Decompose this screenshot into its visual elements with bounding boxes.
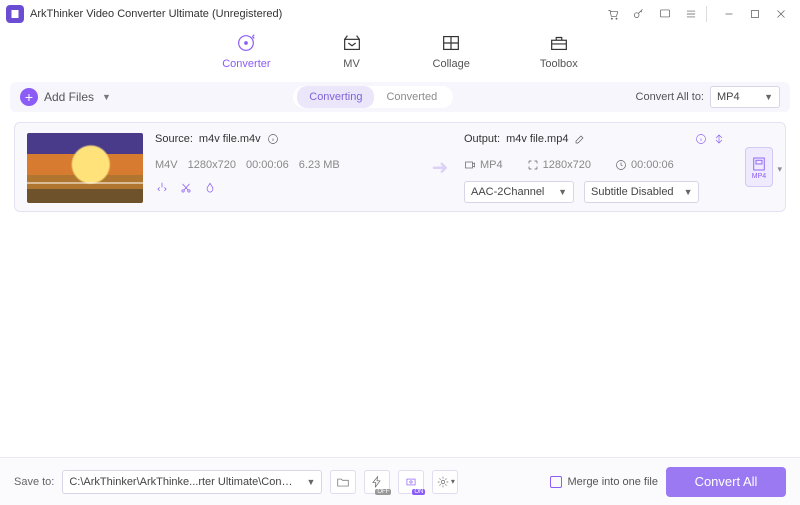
output-format-badge: MP4	[752, 173, 766, 180]
chevron-down-icon: ▼	[306, 477, 315, 487]
gpu-badge: ON	[412, 489, 425, 495]
app-title: ArkThinker Video Converter Ultimate (Unr…	[30, 8, 282, 20]
enhance-icon[interactable]	[203, 181, 217, 198]
output-format: MP4	[480, 159, 503, 171]
mv-icon	[341, 32, 363, 54]
app-logo	[6, 5, 24, 23]
add-files-label: Add Files	[44, 90, 94, 104]
bottom-bar: Save to: C:\ArkThinker\ArkThinke...rter …	[0, 457, 800, 505]
window-controls	[600, 1, 794, 27]
add-files-button[interactable]: + Add Files ▼	[20, 88, 111, 106]
output-resolution: 1280x720	[543, 159, 591, 171]
open-folder-button[interactable]	[330, 470, 356, 494]
convert-all-format-select[interactable]: MP4 ▼	[710, 86, 780, 108]
source-duration: 00:00:06	[246, 159, 289, 171]
tab-converter[interactable]: Converter	[222, 32, 270, 70]
segment-converting[interactable]: Converting	[297, 86, 374, 108]
output-format-button[interactable]: MP4	[745, 147, 773, 187]
resolution-icon	[527, 159, 539, 171]
tab-toolbox-label: Toolbox	[540, 58, 578, 70]
collage-icon	[440, 32, 462, 54]
trim-icon[interactable]	[155, 181, 169, 198]
high-speed-badge: OFF	[375, 489, 391, 495]
subtitle-select[interactable]: Subtitle Disabled ▼	[584, 181, 699, 203]
convert-all-button[interactable]: Convert All	[666, 467, 786, 497]
toolbar: + Add Files ▼ Converting Converted Conve…	[10, 82, 790, 112]
source-resolution: 1280x720	[188, 159, 236, 171]
file-item: Source: m4v file.m4v M4V 1280x720 00:00:…	[14, 122, 786, 212]
output-label: Output:	[464, 133, 500, 145]
cut-icon[interactable]	[179, 181, 193, 198]
source-format: M4V	[155, 159, 178, 171]
convert-all-format-value: MP4	[717, 91, 740, 103]
chevron-down-icon: ▼	[102, 92, 111, 102]
toolbox-icon	[548, 32, 570, 54]
video-icon	[464, 159, 476, 171]
status-segmented: Converting Converted	[293, 86, 453, 108]
feedback-icon[interactable]	[652, 1, 678, 27]
settings-button[interactable]: ▾	[432, 470, 458, 494]
convert-all-label: Convert All	[695, 474, 758, 489]
maximize-button[interactable]	[742, 1, 768, 27]
info-icon[interactable]	[695, 133, 707, 145]
edit-icon[interactable]	[574, 133, 586, 145]
merge-checkbox[interactable]: Merge into one file	[550, 476, 659, 488]
gpu-accel-button[interactable]: ON	[398, 470, 424, 494]
output-filename: m4v file.mp4	[506, 133, 568, 145]
convert-all-to-label: Convert All to:	[636, 91, 704, 103]
source-size: 6.23 MB	[299, 159, 340, 171]
minimize-button[interactable]	[716, 1, 742, 27]
plus-icon: +	[20, 88, 38, 106]
chevron-down-icon: ▼	[764, 92, 773, 102]
tab-mv[interactable]: MV	[341, 32, 363, 70]
subtitle-select-value: Subtitle Disabled	[591, 186, 674, 198]
output-block: Output: m4v file.mp4 MP4 1280x720 00:00:…	[464, 133, 725, 201]
checkbox-box	[550, 476, 562, 488]
tab-toolbox[interactable]: Toolbox	[540, 32, 578, 70]
source-block: Source: m4v file.m4v M4V 1280x720 00:00:…	[155, 133, 416, 201]
tab-converter-label: Converter	[222, 58, 270, 70]
cart-icon[interactable]	[600, 1, 626, 27]
chevron-down-icon: ▼	[684, 187, 693, 197]
audio-select[interactable]: AAC-2Channel ▼	[464, 181, 574, 203]
tab-mv-label: MV	[343, 58, 360, 70]
source-label: Source:	[155, 133, 193, 145]
info-icon[interactable]	[267, 133, 279, 145]
tab-collage[interactable]: Collage	[433, 32, 470, 70]
tab-collage-label: Collage	[433, 58, 470, 70]
segment-converted[interactable]: Converted	[374, 86, 449, 108]
high-speed-button[interactable]: OFF	[364, 470, 390, 494]
merge-label: Merge into one file	[568, 476, 659, 488]
clock-icon	[615, 159, 627, 171]
compress-icon[interactable]	[713, 133, 725, 145]
key-icon[interactable]	[626, 1, 652, 27]
menu-icon[interactable]	[678, 1, 704, 27]
close-button[interactable]	[768, 1, 794, 27]
main-tabs: Converter MV Collage Toolbox	[0, 32, 800, 70]
output-duration: 00:00:06	[631, 159, 674, 171]
audio-select-value: AAC-2Channel	[471, 186, 544, 198]
chevron-down-icon: ▼	[558, 187, 567, 197]
save-path-value: C:\ArkThinker\ArkThinke...rter Ultimate\…	[69, 476, 296, 488]
source-filename: m4v file.m4v	[199, 133, 261, 145]
save-to-label: Save to:	[14, 476, 54, 488]
converter-icon	[235, 32, 257, 54]
titlebar: ArkThinker Video Converter Ultimate (Unr…	[0, 0, 800, 28]
save-path-select[interactable]: C:\ArkThinker\ArkThinke...rter Ultimate\…	[62, 470, 322, 494]
arrow-right-icon: ➜	[428, 133, 452, 201]
video-thumbnail[interactable]	[27, 133, 143, 203]
